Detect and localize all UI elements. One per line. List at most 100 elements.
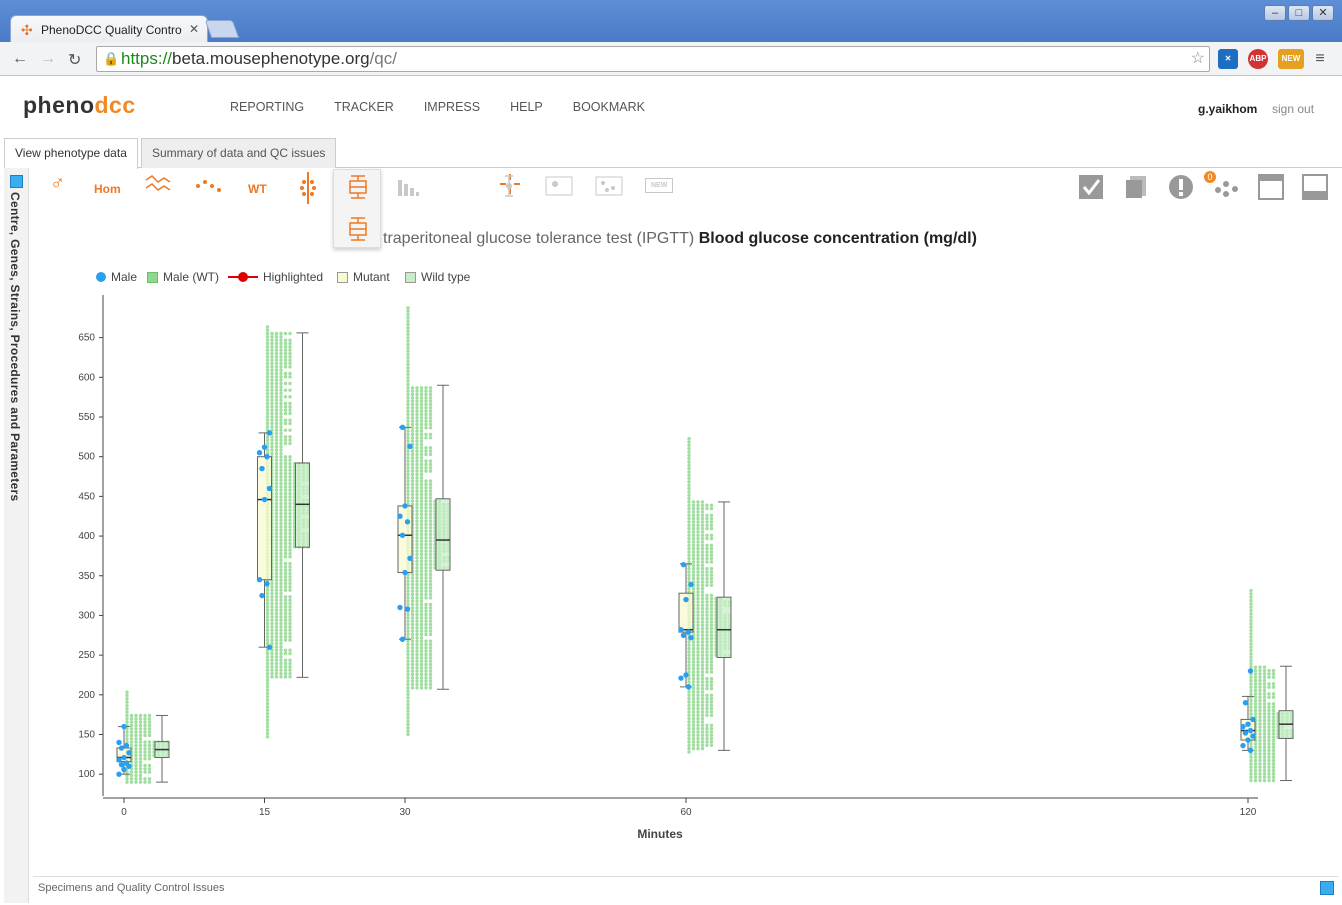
wt-data-point	[265, 398, 270, 402]
wt-data-point	[288, 338, 292, 342]
nav-tracker[interactable]: TRACKER	[334, 100, 394, 114]
wt-data-point	[283, 555, 288, 559]
wt-data-point	[419, 659, 424, 663]
nav-reporting[interactable]: REPORTING	[230, 100, 304, 114]
close-window-icon[interactable]: ✕	[1312, 5, 1334, 21]
wt-data-point	[279, 428, 283, 432]
boxplot-icon[interactable]	[346, 175, 370, 199]
wt-data-point	[428, 612, 433, 617]
wt-data-point	[709, 596, 714, 601]
nav-help[interactable]: HELP	[510, 100, 543, 114]
sidebar-toggle-icon[interactable]	[10, 175, 23, 188]
hom-toggle[interactable]: Hom	[94, 182, 121, 196]
minimize-icon[interactable]: –	[1264, 5, 1286, 21]
panel-bottom-icon[interactable]	[1302, 174, 1328, 203]
expand-panel-icon[interactable]	[1320, 881, 1334, 895]
male-icon[interactable]: ♂	[50, 172, 65, 195]
wt-data-point	[709, 653, 714, 657]
error-bar-icon[interactable]	[502, 174, 516, 201]
wt-data-point	[406, 452, 410, 457]
tab-view-phenotype-data[interactable]: View phenotype data	[4, 138, 138, 169]
wt-data-point	[415, 499, 419, 503]
dots-icon[interactable]	[1214, 176, 1240, 201]
points-panel-icon[interactable]	[595, 176, 623, 199]
wt-data-point	[428, 399, 433, 403]
boxplot-alt-icon[interactable]	[346, 217, 370, 241]
forward-icon[interactable]: →	[40, 50, 56, 68]
chart-svg[interactable]: 1001502002503003504004505005506006500 15 3…	[33, 290, 1338, 845]
reload-icon[interactable]: ↻	[68, 50, 81, 70]
wt-data-point	[406, 362, 410, 367]
wt-data-point	[709, 593, 714, 597]
wt-data-point	[410, 636, 415, 640]
chart-area[interactable]: 100 150 200 250 300 350 400 450 500 550 600 650 0 15 3…	[33, 290, 1338, 845]
wt-data-point	[424, 486, 428, 490]
wt-data-point	[283, 665, 288, 669]
wt-data-point	[134, 780, 138, 784]
wt-data-point	[691, 556, 696, 561]
menu-icon[interactable]: ≡	[1310, 49, 1330, 69]
wt-data-point	[705, 656, 709, 661]
wt-data-point	[265, 691, 270, 696]
browser-tab[interactable]: ✣ PhenoDCC Quality Contro ✕	[10, 15, 208, 43]
swarm-icon[interactable]	[298, 172, 318, 207]
phenodcc-logo[interactable]: phenodcc	[23, 92, 136, 119]
line-chart-icon[interactable]	[144, 172, 172, 197]
wt-data-point	[1267, 685, 1271, 689]
wt-data-point	[406, 456, 410, 460]
bookmark-star-icon[interactable]: ☆	[1191, 47, 1205, 71]
wt-data-point	[419, 476, 424, 480]
wt-data-point	[138, 743, 143, 748]
mutant-data-point	[402, 569, 408, 576]
wt-data-point	[134, 720, 138, 724]
documents-icon[interactable]	[1124, 174, 1148, 203]
new-feature-icon[interactable]: NEW	[645, 178, 674, 193]
extension-x-icon[interactable]: ✕	[1218, 49, 1238, 69]
close-tab-icon[interactable]: ✕	[189, 22, 199, 36]
tab-summary-qc-issues[interactable]: Summary of data and QC issues	[141, 138, 337, 168]
wt-data-point	[424, 632, 428, 637]
wt-data-point	[696, 533, 700, 537]
wt-data-point	[419, 446, 424, 450]
wt-data-point	[143, 757, 147, 761]
wt-data-point	[410, 672, 415, 677]
wt-data-point	[415, 669, 419, 673]
warning-icon[interactable]	[1168, 174, 1194, 203]
scatter-icon[interactable]	[194, 172, 222, 197]
wt-data-point	[288, 371, 292, 376]
wt-data-point	[696, 720, 700, 724]
wt-boxplot	[716, 501, 732, 751]
box-iqr	[295, 462, 310, 548]
mutant-data-point	[1250, 733, 1256, 739]
back-icon[interactable]: ←	[12, 50, 28, 68]
wt-data-point	[687, 566, 691, 571]
panel-top-icon[interactable]	[1258, 174, 1284, 203]
nav-impress[interactable]: IMPRESS	[424, 100, 480, 114]
wt-data-point	[279, 465, 283, 469]
wt-toggle[interactable]: WT	[248, 182, 267, 196]
mutant-data-point	[1245, 721, 1251, 727]
wt-data-point	[270, 381, 274, 386]
wt-data-point	[415, 592, 419, 597]
maximize-icon[interactable]: □	[1288, 5, 1310, 21]
sign-out-link[interactable]: sign out	[1272, 102, 1314, 116]
extension-new-icon[interactable]: NEW	[1278, 49, 1304, 69]
wt-data-point	[288, 611, 292, 616]
wt-data-point	[410, 602, 415, 607]
wt-data-point	[265, 598, 270, 602]
wt-data-point	[424, 412, 428, 417]
sidebar-collapsed[interactable]: Centre, Genes, Strains, Procedures and P…	[4, 168, 29, 903]
wt-data-point	[410, 632, 415, 637]
extension-abp-icon[interactable]: ABP	[1248, 49, 1268, 69]
wt-data-point	[129, 773, 134, 778]
wt-data-point	[687, 733, 691, 737]
wt-data-point	[406, 396, 410, 400]
image-icon[interactable]	[545, 176, 573, 199]
new-tab-button[interactable]	[204, 20, 240, 38]
wt-data-point	[274, 475, 279, 479]
wt-data-point	[283, 371, 288, 376]
bar-chart-icon[interactable]	[396, 174, 420, 199]
check-icon[interactable]	[1078, 174, 1104, 203]
address-bar[interactable]: 🔒 https://beta.mousephenotype.org/qc/ ☆	[96, 46, 1210, 72]
nav-bookmark[interactable]: BOOKMARK	[573, 100, 645, 114]
